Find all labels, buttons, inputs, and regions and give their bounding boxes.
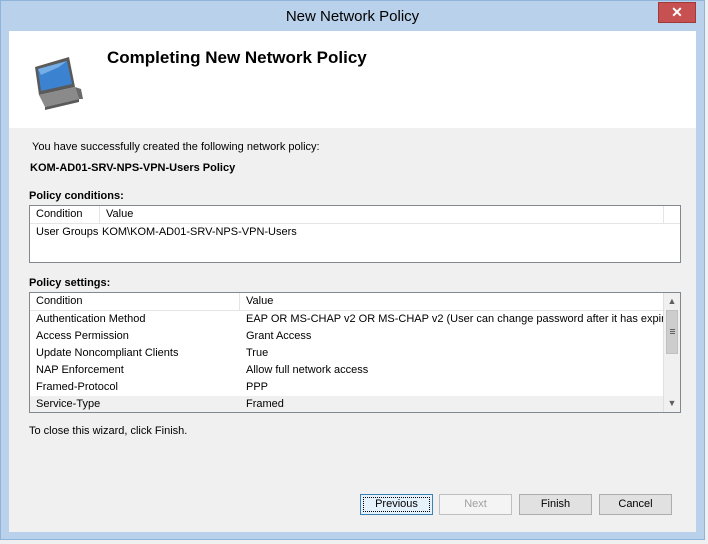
next-button-label: Next — [464, 498, 487, 510]
table-row[interactable]: Access Permission Grant Access — [30, 328, 680, 345]
settings-list-header: Condition Value — [30, 293, 664, 311]
previous-button[interactable]: Previous — [360, 494, 433, 515]
value-cell: Allow full network access — [246, 364, 369, 376]
table-row[interactable]: User Groups KOM\KOM-AD01-SRV-NPS-VPN-Use… — [30, 224, 680, 241]
close-button[interactable]: ✕ — [658, 2, 696, 23]
policy-name: KOM-AD01-SRV-NPS-VPN-Users Policy — [30, 162, 236, 174]
policy-conditions-label: Policy conditions: — [29, 190, 124, 202]
wizard-page-title: Completing New Network Policy — [107, 48, 367, 67]
cancel-button[interactable]: Cancel — [599, 494, 672, 515]
value-cell: KOM\KOM-AD01-SRV-NPS-VPN-Users — [102, 226, 297, 238]
value-cell: True — [246, 347, 269, 359]
policy-settings-label: Policy settings: — [29, 277, 111, 289]
dialog-client-area: Completing New Network Policy You have s… — [9, 31, 696, 532]
computer-monitor-icon — [29, 53, 89, 113]
policy-settings-list[interactable]: Condition Value Authentication Method EA… — [29, 292, 681, 413]
condition-cell: Authentication Method — [36, 313, 146, 325]
table-row[interactable]: Framed-Protocol PPP — [30, 379, 680, 396]
condition-cell: NAP Enforcement — [36, 364, 124, 376]
value-cell: PPP — [246, 381, 269, 393]
window-title: New Network Policy — [285, 8, 420, 25]
focus-rectangle — [363, 497, 430, 512]
column-header-value[interactable]: Value — [240, 293, 664, 310]
scroll-down-arrow-icon[interactable]: ▼ — [664, 395, 680, 412]
scrollbar-thumb[interactable] — [666, 310, 678, 354]
table-row[interactable]: Update Noncompliant Clients True — [30, 345, 680, 362]
table-row[interactable]: Authentication Method EAP OR MS-CHAP v2 … — [30, 311, 680, 328]
column-header-value[interactable]: Value — [100, 206, 664, 223]
finish-button-label: Finish — [540, 498, 571, 510]
value-cell: Framed — [246, 398, 284, 410]
policy-conditions-list[interactable]: Condition Value User Groups KOM\KOM-AD01… — [29, 205, 681, 263]
condition-cell: Service-Type — [36, 398, 101, 410]
wizard-header: Completing New Network Policy — [9, 31, 696, 128]
table-row[interactable]: NAP Enforcement Allow full network acces… — [30, 362, 680, 379]
scroll-up-arrow-icon[interactable]: ▲ — [664, 293, 680, 310]
value-cell: EAP OR MS-CHAP v2 OR MS-CHAP v2 (User ca… — [246, 313, 664, 325]
column-header-condition[interactable]: Condition — [30, 206, 100, 223]
condition-cell: Framed-Protocol — [36, 381, 118, 393]
value-cell: Grant Access — [246, 330, 312, 342]
title-bar[interactable]: New Network Policy ✕ — [1, 1, 704, 31]
condition-cell: User Groups — [36, 226, 99, 238]
condition-cell: Access Permission — [36, 330, 129, 342]
condition-cell: Update Noncompliant Clients — [36, 347, 179, 359]
vertical-scrollbar[interactable]: ▲ ▼ — [663, 293, 680, 412]
dialog-window: New Network Policy ✕ Completing New Netw… — [0, 0, 705, 540]
next-button[interactable]: Next — [439, 494, 512, 515]
table-row[interactable]: Service-Type Framed — [30, 396, 664, 412]
intro-text: You have successfully created the follow… — [32, 141, 320, 153]
column-header-condition[interactable]: Condition — [30, 293, 240, 310]
cancel-button-label: Cancel — [618, 498, 653, 510]
finish-button[interactable]: Finish — [519, 494, 592, 515]
conditions-list-header: Condition Value — [30, 206, 680, 224]
footer-instruction: To close this wizard, click Finish. — [29, 425, 188, 437]
